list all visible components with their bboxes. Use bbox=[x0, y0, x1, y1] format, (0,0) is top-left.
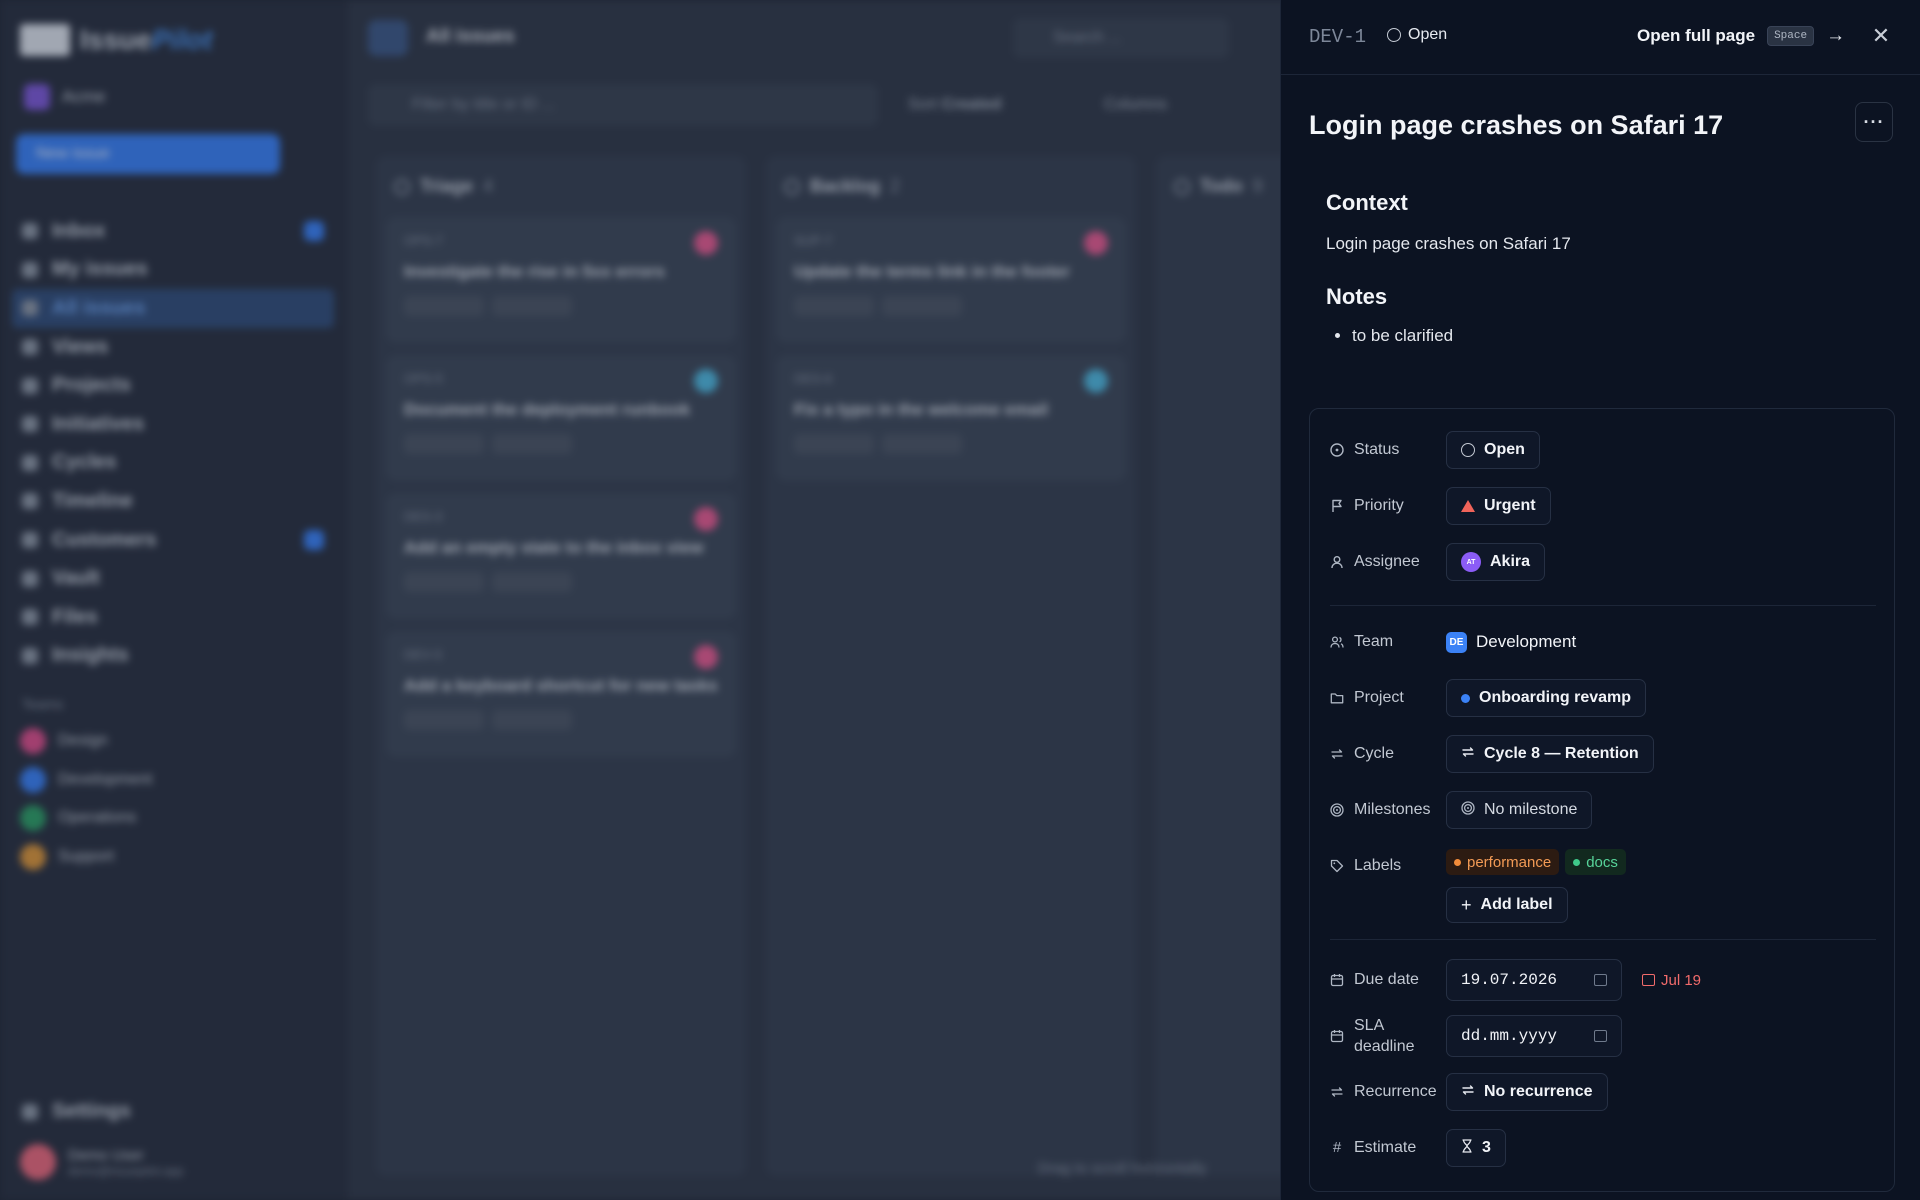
property-status: Status Open bbox=[1330, 431, 1540, 469]
avatar: AT bbox=[1461, 552, 1481, 572]
calendar-icon[interactable] bbox=[1594, 1030, 1607, 1042]
label-chip-docs[interactable]: docs bbox=[1565, 849, 1626, 875]
arrow-right-icon: → bbox=[1826, 25, 1846, 46]
repeat-icon bbox=[1330, 1085, 1344, 1099]
divider bbox=[1330, 939, 1876, 940]
property-sla-deadline: SLA deadline dd.mm.yyyy bbox=[1330, 1015, 1622, 1057]
issue-description[interactable]: Context Login page crashes on Safari 17 … bbox=[1326, 190, 1886, 346]
due-date-input[interactable]: 19.07.2026 bbox=[1446, 959, 1622, 1001]
calendar-icon bbox=[1330, 1029, 1344, 1043]
more-icon: ··· bbox=[1863, 111, 1885, 132]
context-text: Login page crashes on Safari 17 bbox=[1326, 234, 1571, 253]
team-value[interactable]: DE Development bbox=[1446, 623, 1576, 661]
property-due-date: Due date 19.07.2026 Jul 19 bbox=[1330, 959, 1701, 1001]
project-color-dot bbox=[1461, 693, 1470, 703]
target-icon bbox=[1330, 803, 1344, 817]
property-cycle: Cycle Cycle 8 — Retention bbox=[1330, 735, 1654, 773]
status-icon bbox=[1330, 443, 1344, 457]
status-open-icon bbox=[1461, 443, 1475, 457]
status-select[interactable]: Open bbox=[1446, 431, 1540, 469]
status-open-icon bbox=[1387, 28, 1401, 42]
close-icon: ✕ bbox=[1871, 23, 1891, 48]
project-select[interactable]: Onboarding revamp bbox=[1446, 679, 1647, 717]
panel-header: DEV-1 Open Open full page Space → ✕ bbox=[1281, 0, 1920, 75]
issue-id: DEV-1 bbox=[1309, 26, 1367, 48]
label-chips: performance docs bbox=[1446, 849, 1626, 875]
notes-heading: Notes bbox=[1326, 284, 1388, 309]
issue-title[interactable]: Login page crashes on Safari 17 bbox=[1309, 110, 1723, 141]
open-full-page-button[interactable]: Open full page Space → bbox=[1637, 25, 1845, 47]
hourglass-icon bbox=[1461, 1138, 1473, 1158]
target-icon bbox=[1461, 800, 1475, 820]
list-item: to be clarified bbox=[1352, 326, 1886, 346]
property-priority: Priority Urgent bbox=[1330, 487, 1551, 525]
team-badge: DE bbox=[1446, 631, 1467, 653]
close-button[interactable]: ✕ bbox=[1865, 20, 1897, 52]
due-date-hint: Jul 19 bbox=[1642, 972, 1701, 989]
cycle-select[interactable]: Cycle 8 — Retention bbox=[1446, 735, 1654, 773]
issue-detail-panel: DEV-1 Open Open full page Space → ✕ Logi… bbox=[1280, 0, 1920, 1200]
recurrence-select[interactable]: No recurrence bbox=[1446, 1073, 1608, 1111]
context-heading: Context bbox=[1326, 190, 1408, 215]
urgent-priority-icon bbox=[1461, 500, 1475, 512]
notes-list: to be clarified bbox=[1326, 326, 1886, 346]
properties-card: Status Open Priority Urgent Assignee AT … bbox=[1309, 408, 1895, 1192]
flag-icon bbox=[1330, 499, 1344, 513]
property-labels: Labels performance docs + Add label bbox=[1330, 849, 1626, 923]
property-recurrence: Recurrence No recurrence bbox=[1330, 1073, 1608, 1111]
hash-icon: # bbox=[1332, 1139, 1342, 1156]
users-icon bbox=[1330, 635, 1344, 649]
calendar-icon bbox=[1642, 974, 1655, 986]
divider bbox=[1330, 605, 1876, 606]
user-icon bbox=[1330, 555, 1344, 569]
property-estimate: # Estimate 3 bbox=[1330, 1129, 1506, 1167]
property-project: Project Onboarding revamp bbox=[1330, 679, 1647, 717]
header-status: Open bbox=[1387, 26, 1447, 44]
more-options-button[interactable]: ··· bbox=[1855, 102, 1893, 142]
property-assignee: Assignee AT Akira bbox=[1330, 543, 1546, 581]
label-chip-performance[interactable]: performance bbox=[1446, 849, 1560, 875]
calendar-icon[interactable] bbox=[1594, 974, 1607, 986]
add-label-button[interactable]: + Add label bbox=[1446, 887, 1568, 923]
calendar-icon bbox=[1330, 973, 1344, 987]
milestone-select[interactable]: No milestone bbox=[1446, 791, 1593, 829]
cycle-icon bbox=[1461, 745, 1475, 764]
sla-deadline-input[interactable]: dd.mm.yyyy bbox=[1446, 1015, 1622, 1057]
cycle-icon bbox=[1330, 747, 1344, 761]
assignee-select[interactable]: AT Akira bbox=[1446, 543, 1546, 581]
folder-icon bbox=[1330, 691, 1344, 705]
priority-select[interactable]: Urgent bbox=[1446, 487, 1551, 525]
estimate-select[interactable]: 3 bbox=[1446, 1129, 1506, 1167]
property-team: Team DE Development bbox=[1330, 623, 1576, 661]
shortcut-hint: Space bbox=[1767, 26, 1815, 46]
plus-icon: + bbox=[1461, 894, 1472, 915]
property-milestones: Milestones No milestone bbox=[1330, 791, 1593, 829]
repeat-icon bbox=[1461, 1083, 1475, 1102]
tag-icon bbox=[1330, 859, 1344, 873]
